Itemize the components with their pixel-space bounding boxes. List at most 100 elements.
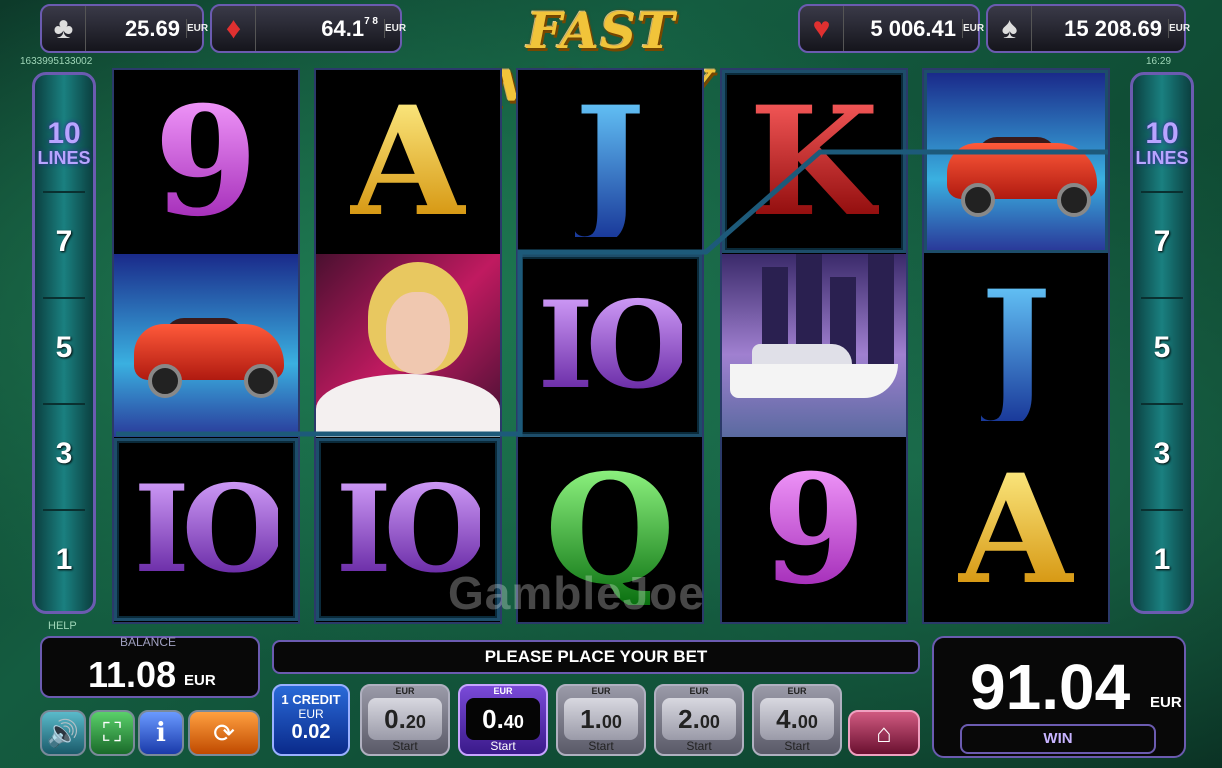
jackpot-diamond: ♦ 64.17 8 EUR [210, 4, 406, 53]
lady-symbol [316, 254, 500, 437]
win-box: 91.04 EUR WIN [932, 636, 1186, 758]
bet-value: 1.00 [564, 698, 638, 740]
bet-value: 0.40 [466, 698, 540, 740]
balance-label: BALANCE [120, 635, 177, 649]
status-message: PLEASE PLACE YOUR BET [272, 640, 920, 674]
reel-1: 9 IO [112, 68, 300, 624]
bet-start-label: Start [784, 739, 810, 753]
bet-start-label: Start [392, 739, 418, 753]
symbol-j: J [518, 70, 702, 253]
spade-icon: ♠ [988, 6, 1032, 51]
jackpot-currency: EUR [962, 19, 984, 38]
bet-button[interactable]: EUR 0.20 Start [360, 684, 450, 756]
bet-start-label: Start [490, 739, 516, 753]
right-lines-panel: 10 LINES 7 5 3 1 [1130, 72, 1194, 614]
sound-icon: 🔊 [46, 717, 80, 748]
symbol-a: A [316, 70, 500, 253]
symbol-glyph: A [957, 441, 1075, 618]
symbol-glyph: K [748, 73, 880, 250]
jackpot-club: ♣ 25.69 EUR [40, 4, 208, 53]
yacht-symbol [722, 254, 906, 437]
symbol-9: 9 [114, 70, 298, 253]
help-link[interactable]: HELP [48, 620, 77, 632]
balance-box: BALANCE 11.08 EUR [40, 635, 260, 698]
win-value: 91.04 [970, 651, 1131, 723]
balance-value: 11.08 [88, 654, 177, 695]
info-button[interactable]: i [138, 710, 184, 756]
symbol-glyph: IO [133, 458, 287, 600]
clock: 16:29 [1146, 56, 1172, 67]
symbol-10: IO [518, 254, 702, 437]
jackpot-value: 5 006.41 [870, 15, 956, 41]
symbol-9: 9 [722, 438, 906, 621]
heart-icon: ♥ [800, 6, 844, 51]
jackpot-currency: EUR [384, 19, 406, 38]
jackpot-spade: ♠ 15 208.69 EUR [986, 4, 1190, 53]
jackpot-value: 15 208.69 [1064, 15, 1162, 41]
jackpot-value: 64.17 8 [321, 15, 378, 41]
symbol-glyph: J [574, 73, 646, 250]
diamond-icon: ♦ [212, 6, 256, 51]
bet-value: 2.00 [662, 698, 736, 740]
bet-currency: EUR [395, 686, 415, 696]
club-icon: ♣ [42, 6, 86, 51]
bet-button[interactable]: EUR 1.00 Start [556, 684, 646, 756]
jackpot-rolling-digits: 7 8 [364, 15, 378, 27]
jackpot-currency: EUR [1168, 19, 1190, 38]
symbol-k: K [722, 70, 906, 253]
line-number[interactable]: 3 [43, 403, 85, 503]
bet-button[interactable]: EUR 0.40 Start [458, 684, 548, 756]
car-symbol [114, 254, 298, 437]
lines-count: 10 LINES [37, 117, 91, 168]
home-button[interactable]: ⌂ [848, 710, 920, 756]
left-lines-panel: 10 LINES 7 5 3 1 [32, 72, 96, 614]
autoplay-button[interactable]: ⟳ [188, 710, 260, 756]
line-number[interactable]: 1 [1141, 509, 1183, 609]
symbol-10: IO [114, 438, 298, 621]
symbol-glyph: IO [537, 274, 691, 416]
reel-3: J IO Q [516, 68, 704, 624]
credit-currency: EUR [298, 707, 324, 721]
bet-button[interactable]: EUR 2.00 Start [654, 684, 744, 756]
win-label: WIN [960, 724, 1156, 754]
bet-button[interactable]: EUR 4.00 Start [752, 684, 842, 756]
line-number[interactable]: 1 [43, 509, 85, 609]
bet-value: 4.00 [760, 698, 834, 740]
bet-start-label: Start [686, 739, 712, 753]
line-number[interactable]: 5 [43, 297, 85, 397]
sound-button[interactable]: 🔊 [40, 710, 86, 756]
line-number[interactable]: 3 [1141, 403, 1183, 503]
symbol-glyph: A [349, 73, 467, 250]
info-icon: i [156, 718, 166, 748]
line-number[interactable]: 7 [43, 191, 85, 291]
win-currency: EUR [1150, 694, 1182, 711]
fast-money-logo: FAST MONEY [489, 1, 711, 118]
line-number[interactable]: 5 [1141, 297, 1183, 397]
symbol-j: J [924, 254, 1108, 437]
symbol-glyph: 9 [761, 441, 867, 618]
symbol-glyph: 9 [153, 73, 259, 250]
line-number[interactable]: 7 [1141, 191, 1183, 291]
lines-count: 10 LINES [1135, 117, 1189, 168]
reel-5: JA [922, 68, 1110, 624]
symbol-glyph: J [980, 257, 1052, 434]
home-icon: ⌂ [876, 717, 892, 748]
symbol-a: A [924, 438, 1108, 621]
jackpot-heart: ♥ 5 006.41 EUR [798, 4, 984, 53]
fullscreen-button[interactable]: ⛶ [89, 710, 135, 756]
jackpot-value: 25.69 [124, 15, 180, 41]
bet-start-label: Start [588, 739, 614, 753]
credit-label: 1 CREDIT [281, 692, 341, 707]
bet-value: 0.20 [368, 698, 442, 740]
balance-currency: EUR [184, 672, 216, 689]
reel-4: K9 [720, 68, 908, 624]
bet-currency: EUR [787, 686, 807, 696]
credit-button[interactable]: 1 CREDIT EUR 0.02 [272, 684, 350, 756]
car-symbol [924, 70, 1108, 253]
autoplay-icon: ⟳ [213, 717, 235, 748]
fullscreen-icon: ⛶ [102, 717, 122, 747]
bet-currency: EUR [689, 686, 709, 696]
jackpot-currency: EUR [186, 19, 208, 38]
credit-value: 0.02 [291, 721, 331, 743]
bet-currency: EUR [591, 686, 611, 696]
